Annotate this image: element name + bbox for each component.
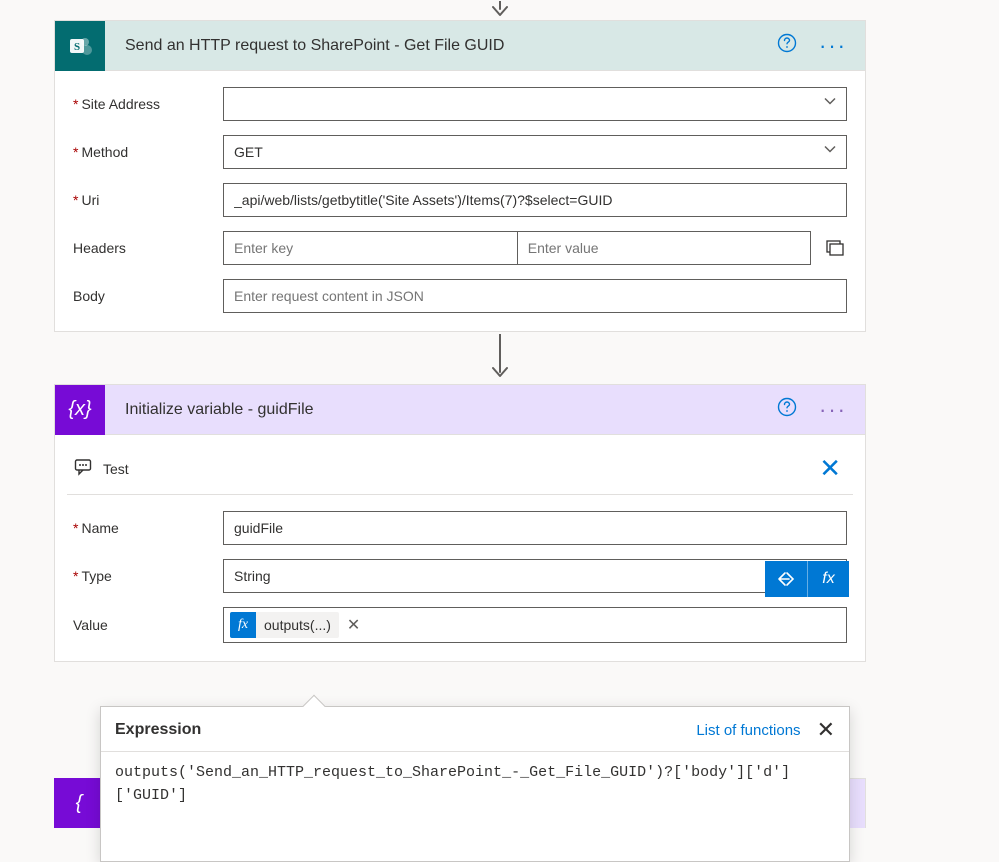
card-header[interactable]: S Send an HTTP request to SharePoint - G… [55,21,865,71]
flow-arrow-top [0,0,999,20]
card-title: Initialize variable - guidFile [105,401,777,419]
label-value: Value [73,617,223,633]
test-label: Test [103,461,129,477]
help-icon[interactable] [777,397,797,422]
help-icon[interactable] [777,33,797,58]
close-test-icon[interactable]: ✕ [813,453,847,484]
expression-token-text: outputs(...) [256,617,339,633]
flow-arrow [0,332,999,384]
expression-textarea[interactable] [101,751,849,856]
card-body: Test ✕ *Name *Type [55,435,865,661]
header-key-input[interactable] [223,231,517,265]
card-header[interactable]: {x} Initialize variable - guidFile ··· [55,385,865,435]
expression-button[interactable]: fx [807,561,849,597]
action-card-initialize-variable: {x} Initialize variable - guidFile ··· T… [54,384,866,662]
label-site-address: *Site Address [73,96,223,112]
sharepoint-icon: S [55,21,105,71]
uri-input[interactable] [223,183,847,217]
expression-editor-popup: Expression List of functions ✕ [100,706,850,862]
switch-to-text-mode-icon[interactable] [823,236,847,260]
card-title: Send an HTTP request to SharePoint - Get… [105,37,777,55]
action-card-sharepoint-http: S Send an HTTP request to SharePoint - G… [54,20,866,332]
header-value-input[interactable] [517,231,811,265]
expression-token[interactable]: fx outputs(...) [230,612,339,638]
fx-badge-icon: fx [230,612,256,638]
label-method: *Method [73,144,223,160]
body-input[interactable] [223,279,847,313]
variable-icon: {x} [55,385,105,435]
site-address-input[interactable] [223,87,847,121]
remove-token-icon[interactable]: ✕ [343,615,364,635]
card-menu-button[interactable]: ··· [813,397,853,423]
list-of-functions-link[interactable]: List of functions [696,722,800,739]
comment-icon [73,457,93,480]
variable-type-input[interactable] [223,559,847,593]
card-menu-button[interactable]: ··· [813,33,853,59]
variable-value-input[interactable]: fx outputs(...) ✕ [223,607,847,643]
dynamic-content-toolbar: fx [765,561,849,597]
label-uri: *Uri [73,192,223,208]
variable-icon: { [54,778,104,828]
method-input[interactable] [223,135,847,169]
label-headers: Headers [73,240,223,256]
label-type: *Type [73,568,223,584]
variable-name-input[interactable] [223,511,847,545]
dynamic-content-button[interactable] [765,561,807,597]
card-body: *Site Address *Method *Uri [55,71,865,331]
svg-text:S: S [74,41,80,53]
close-popup-icon[interactable]: ✕ [817,717,835,743]
label-name: *Name [73,520,223,536]
popup-title: Expression [115,721,201,739]
label-body: Body [73,288,223,304]
